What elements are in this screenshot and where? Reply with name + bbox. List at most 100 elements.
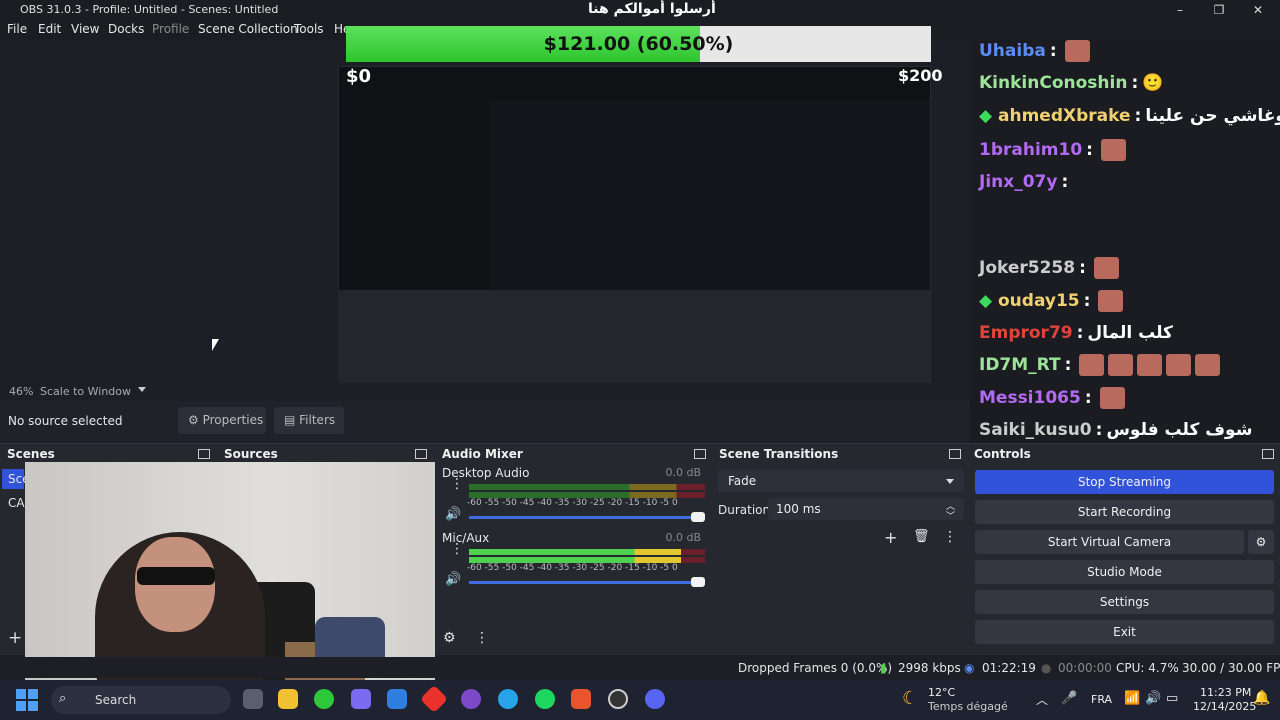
chat-line: ◆ ahmedXbrake: توغاشي حن علينا [979, 106, 1280, 126]
chat-separator: : [1083, 291, 1091, 311]
copilot-icon[interactable] [351, 689, 371, 709]
menu-scene-collection[interactable]: Scene Collection [198, 22, 298, 36]
file-explorer-icon[interactable] [278, 689, 298, 709]
chat-overlay: Uhaiba: KinkinConoshin: 🙂 ◆ ahmedXbrake: توغ… [970, 36, 1280, 446]
undock-icon[interactable] [694, 449, 706, 459]
menu-tools[interactable]: Tools [294, 22, 324, 36]
notification-icon[interactable]: 🔔 [1253, 690, 1270, 706]
undock-icon[interactable] [1262, 449, 1274, 459]
volume-slider[interactable] [469, 512, 705, 522]
clock-time[interactable]: 11:23 PM [1200, 686, 1251, 699]
undock-icon[interactable] [415, 449, 427, 459]
chat-username: ahmedXbrake [998, 106, 1131, 126]
channel-menu-icon[interactable]: ⋮ [450, 542, 464, 561]
bitrate: 2998 kbps [898, 661, 961, 675]
wifi-icon[interactable]: 📶 [1124, 691, 1140, 706]
obs-icon[interactable] [608, 689, 628, 709]
menu-profile[interactable]: Profile [152, 22, 189, 36]
scene-item[interactable]: Sce [2, 469, 30, 489]
properties-label: Properties [202, 413, 264, 427]
undock-icon[interactable] [198, 449, 210, 459]
taskbar: ⌕ Search ☾ 12°C Temps dégagé ︿ 🎤 FRA 📶 🔊… [0, 680, 1280, 720]
chat-emote-icon [1108, 354, 1134, 376]
scene-item[interactable]: CAM [2, 493, 35, 513]
weather-desc[interactable]: Temps dégagé [928, 700, 1008, 713]
duration-input[interactable]: 100 ms ︿ ﹀ [768, 498, 964, 522]
chat-line: Uhaiba: [979, 40, 1090, 62]
chat-username: Joker5258 [979, 258, 1076, 278]
undock-icon[interactable] [949, 449, 961, 459]
zoom-row: 46% Scale to Window [0, 383, 970, 401]
channel-db: 0.0 dB [665, 466, 701, 479]
store-icon[interactable] [387, 689, 407, 709]
signal-icon: ▮ [880, 661, 887, 675]
mixer-menu-icon[interactable]: ⋮ [475, 630, 489, 646]
exit-button[interactable]: Exit [975, 620, 1274, 644]
properties-button[interactable]: ⚙ Properties [178, 407, 266, 434]
battery-icon[interactable]: ▭ [1166, 691, 1178, 706]
settings-button[interactable]: Settings [975, 590, 1274, 614]
menu-edit[interactable]: Edit [38, 22, 61, 36]
chat-message: توغاشي حن علينا [1145, 106, 1280, 126]
twitch-icon[interactable] [461, 689, 481, 709]
preview-area[interactable] [0, 40, 970, 418]
weather-temp[interactable]: 12°C [928, 686, 955, 699]
channel-db: 0.0 dB [665, 531, 701, 544]
chevron-down-icon[interactable] [138, 387, 146, 392]
chat-line: Empror79: كلب المال [979, 323, 1173, 343]
transition-select[interactable]: Fade [718, 470, 964, 492]
slider-handle[interactable] [691, 577, 705, 587]
minimize-button[interactable]: – [1160, 0, 1200, 20]
speaker-icon[interactable]: 🔊 [445, 572, 461, 587]
discord-icon[interactable] [645, 689, 665, 709]
spotify-icon[interactable] [535, 689, 555, 709]
mixer-settings-gear-icon[interactable]: ⚙ [443, 630, 456, 646]
add-scene-icon[interactable]: + [8, 628, 22, 648]
chat-line: 1brahim10: [979, 139, 1126, 161]
scale-mode[interactable]: Scale to Window [40, 385, 131, 398]
close-button[interactable]: ✕ [1238, 0, 1278, 20]
volume-slider[interactable] [469, 577, 705, 587]
edge-icon[interactable] [498, 689, 518, 709]
sources-title: Sources [224, 447, 278, 461]
transition-menu-icon[interactable]: ⋮ [943, 529, 957, 545]
filters-button[interactable]: ▤ Filters [274, 407, 344, 434]
chat-emote-icon [1099, 387, 1125, 409]
channel-menu-icon[interactable]: ⋮ [450, 477, 464, 496]
duration-label: Duration [718, 503, 771, 517]
chat-line: Jinx_07y: [979, 172, 1072, 192]
stop-streaming-button[interactable]: Stop Streaming [975, 470, 1274, 494]
remove-transition-icon[interactable]: 🗑 [913, 529, 930, 544]
chat-emote-icon [1137, 354, 1163, 376]
clock-date[interactable]: 12/14/2025 [1193, 700, 1256, 713]
chat-line: Joker5258: [979, 257, 1119, 279]
stepper-down-icon[interactable]: ﹀ [946, 509, 955, 522]
speaker-icon[interactable]: 🔊 [445, 507, 461, 522]
chat-username: ouday15 [998, 291, 1080, 311]
menu-file[interactable]: File [7, 22, 27, 36]
windows-start-icon[interactable] [16, 689, 38, 711]
studio-mode-button[interactable]: Studio Mode [975, 560, 1274, 584]
xbox-icon[interactable] [314, 689, 334, 709]
microphone-icon[interactable]: 🎤 [1061, 691, 1077, 706]
menu-view[interactable]: View [71, 22, 99, 36]
webcam-sunglasses [137, 567, 215, 585]
meter-scale: -60 -55 -50 -45 -40 -35 -30 -25 -20 -15 … [467, 498, 678, 508]
task-view-icon[interactable] [243, 689, 263, 709]
menu-docks[interactable]: Docks [108, 22, 144, 36]
maximize-button[interactable]: ❐ [1199, 0, 1239, 20]
transition-select-value: Fade [728, 474, 757, 488]
volume-icon[interactable]: 🔊 [1145, 691, 1161, 706]
slider-handle[interactable] [691, 512, 705, 522]
start-recording-button[interactable]: Start Recording [975, 500, 1274, 524]
dropped-frames: Dropped Frames 0 (0.0%) [738, 661, 893, 675]
taskbar-search[interactable]: ⌕ Search [51, 686, 231, 714]
start-virtual-camera-button[interactable]: Start Virtual Camera [975, 530, 1244, 554]
add-transition-icon[interactable]: + [884, 528, 897, 547]
brave-icon[interactable] [571, 689, 591, 709]
chevron-up-icon[interactable]: ︿ [1036, 691, 1048, 708]
scenes-title: Scenes [7, 447, 55, 461]
input-language[interactable]: FRA [1091, 693, 1112, 706]
app-icon[interactable] [419, 684, 449, 714]
virtual-camera-gear-icon[interactable]: ⚙ [1248, 530, 1274, 554]
